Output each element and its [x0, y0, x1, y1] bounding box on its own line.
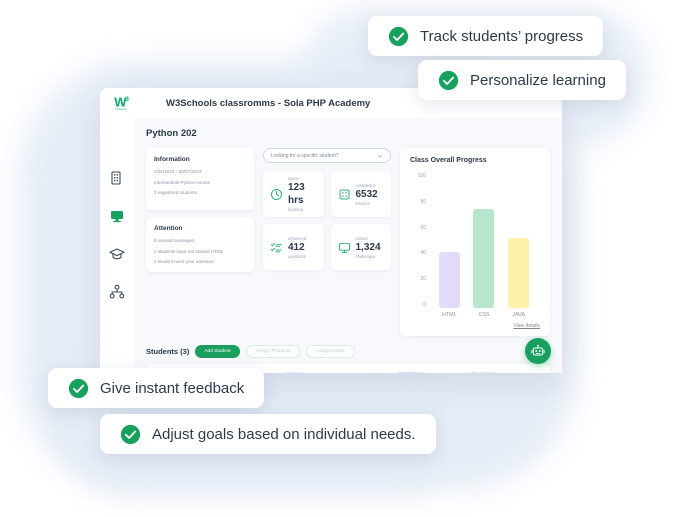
check-circle-icon — [388, 26, 409, 46]
check-circle-icon — [120, 424, 141, 444]
stat-value: 1,324 — [355, 241, 381, 253]
information-date: 1/01/2023 - 30/07/2023 — [154, 169, 202, 174]
class-progress-chart: Class Overall Progress 100 80 60 40 20 0 — [400, 148, 550, 336]
window-body: Python 202 Information 1/01/2023 - 30/07… — [100, 118, 562, 373]
stat-tile: completed 6532 lessons — [330, 171, 391, 217]
chart-bar — [473, 209, 495, 308]
info-column: Information 1/01/2023 - 30/07/2023 Inter… — [146, 148, 254, 272]
stat-value: 123 hrs — [288, 182, 305, 206]
monitor-icon[interactable] — [109, 208, 125, 224]
check-circle-icon — [438, 70, 459, 90]
org-chart-icon[interactable] — [109, 284, 125, 300]
dashboard-window: W3 schools W3Schools classromms - Sola P… — [100, 88, 562, 373]
stat-tile: spent 123 hrs learning — [263, 171, 324, 217]
assign-goals-button[interactable]: Assign Goals — [306, 345, 355, 358]
window-title: W3Schools classromms - Sola PHP Academy — [166, 97, 371, 109]
callout-text: Give instant feedback — [100, 379, 245, 397]
robot-icon — [531, 344, 545, 356]
check-circle-icon — [68, 378, 89, 398]
callout-text: Track students’ progress — [420, 27, 584, 45]
stat-tile: answered 412 questions — [263, 224, 324, 270]
stat-value: 412 — [288, 241, 305, 253]
callout-pill-adjust-goals: Adjust goals based on individual needs. — [100, 414, 436, 454]
page-title: Python 202 — [146, 128, 197, 139]
information-card-title: Information — [154, 156, 190, 163]
column-header-goals: GOALS — [286, 371, 398, 373]
chart-bars: HTML CSS JAVA — [426, 174, 540, 321]
assistant-fab-button[interactable] — [525, 338, 551, 364]
stat-value: 6532 — [355, 188, 378, 200]
students-toolbar: Students (3) Add Student Assign Products… — [146, 345, 550, 358]
sidebar — [100, 118, 134, 373]
list-check-icon — [270, 242, 282, 252]
stat-sub: challenges — [355, 253, 376, 259]
chevron-down-icon — [377, 154, 383, 158]
graduation-cap-icon[interactable] — [109, 246, 125, 262]
monitor-icon — [338, 242, 350, 253]
callout-pill-track-progress: Track students’ progress — [368, 16, 604, 56]
callout-text: Adjust goals based on individual needs. — [152, 425, 416, 443]
view-details-link[interactable]: View details — [513, 323, 540, 329]
y-tick: 100 — [417, 173, 426, 179]
stats-column: Looking for a specific student? spent 12… — [263, 148, 391, 270]
stat-sub: questions — [288, 253, 306, 259]
attention-needs-help: 1 student need your attention — [154, 259, 214, 265]
chart-y-axis: 100 80 60 40 20 0 — [410, 174, 426, 321]
stat-sub: lessons — [355, 200, 370, 206]
logo-mark: W3 — [114, 94, 129, 110]
chart-title: Class Overall Progress — [410, 157, 487, 164]
student-search-select[interactable]: Looking for a specific student? — [263, 148, 391, 163]
add-student-button[interactable]: Add Student — [195, 345, 240, 358]
attention-card: Attention 5 unread messages 2 students h… — [146, 217, 254, 272]
callout-pill-personalize-learning: Personalize learning — [418, 60, 626, 100]
information-students: 3 registered students — [154, 190, 197, 196]
assign-products-button[interactable]: Assign Products — [245, 345, 301, 358]
chart-bar-group: CSS — [473, 174, 495, 321]
attention-not-started: 2 students have not started HTML — [154, 248, 224, 254]
student-search-label: Looking for a specific student? — [271, 152, 339, 159]
clock-icon — [270, 188, 283, 200]
w3schools-logo: W3 schools — [106, 92, 136, 114]
chart-x-label: HTML — [441, 312, 457, 318]
chart-x-label: JAVA — [512, 312, 525, 318]
students-title: Students (3) — [146, 347, 190, 356]
stat-sub: learning — [288, 207, 303, 212]
stat-tile: solved 1,324 challenges — [330, 224, 391, 270]
information-description: Intermediate Python course — [154, 179, 211, 185]
lesson-icon — [339, 189, 349, 199]
main-content: Python 202 Information 1/01/2023 - 30/07… — [134, 118, 562, 373]
chart-bar-group: JAVA — [508, 174, 530, 321]
callout-pill-instant-feedback: Give instant feedback — [48, 368, 265, 408]
callout-text: Personalize learning — [470, 71, 606, 89]
chart-plot-area: 100 80 60 40 20 0 HTML CSS JAVA — [410, 174, 540, 321]
chart-bar — [508, 237, 530, 308]
column-header-last-active: LAST ACTIVE — [466, 371, 512, 373]
logo-subtext: schools — [115, 107, 127, 112]
stat-tiles: spent 123 hrs learning completed 6532 le… — [263, 171, 391, 270]
dashboard-grid: Information 1/01/2023 - 30/07/2023 Inter… — [146, 148, 550, 336]
attention-messages: 5 unread messages — [154, 238, 195, 243]
chart-bar-group: HTML — [438, 174, 460, 321]
building-icon[interactable] — [109, 170, 125, 186]
chart-column: Class Overall Progress 100 80 60 40 20 0 — [400, 148, 550, 336]
chart-x-label: CSS — [478, 312, 490, 318]
column-header-progress: PROGRESS — [398, 371, 466, 373]
attention-card-title: Attention — [154, 225, 183, 232]
information-card: Information 1/01/2023 - 30/07/2023 Inter… — [146, 148, 254, 210]
chart-bar — [438, 251, 460, 308]
